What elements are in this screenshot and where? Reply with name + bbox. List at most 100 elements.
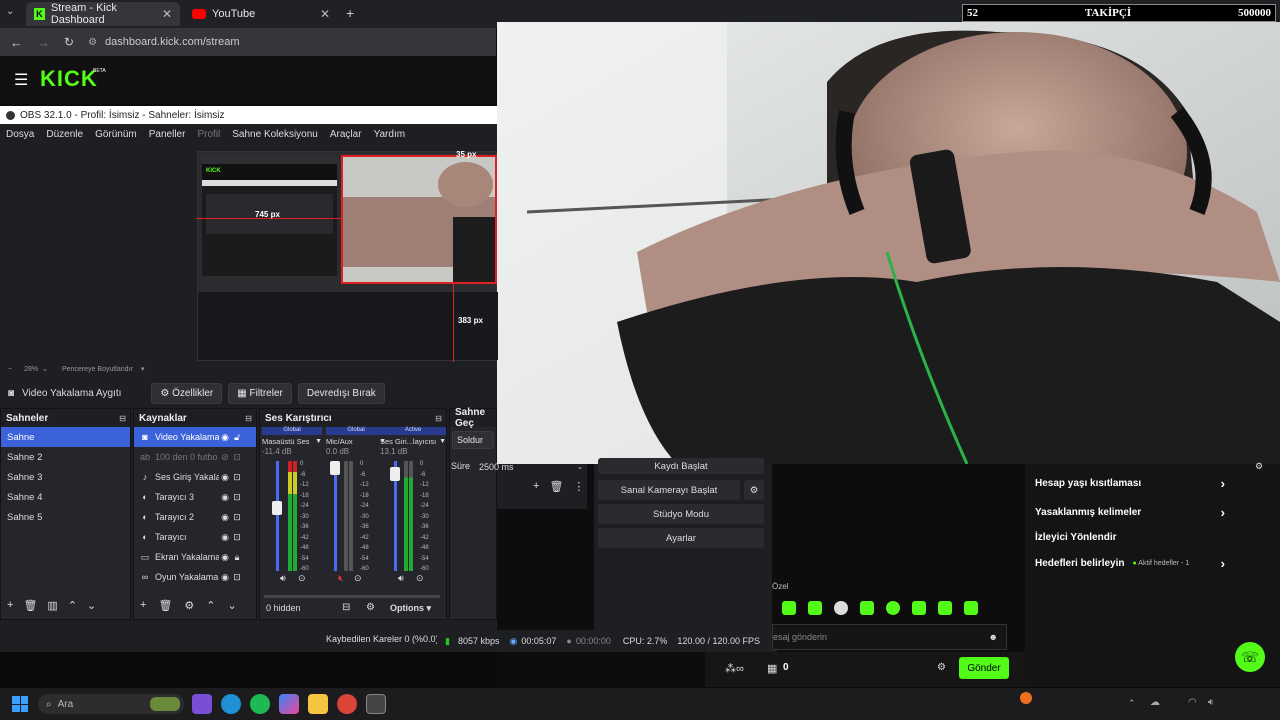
add-icon[interactable]: +	[140, 599, 146, 612]
source-item[interactable]: ∞ Oyun Yakalama ◉ ⊡	[134, 567, 256, 587]
spotify-icon[interactable]	[250, 694, 270, 714]
tab-youtube[interactable]: YouTube ✕	[184, 2, 338, 26]
move-down-icon[interactable]: ⌄	[228, 599, 237, 612]
start-icon[interactable]	[12, 696, 28, 712]
wifi-icon[interactable]: ◠	[1188, 697, 1197, 708]
send-button[interactable]: Gönder	[959, 657, 1009, 679]
gear-icon[interactable]: ⚙	[366, 602, 375, 613]
menu-edit[interactable]: Düzenle	[46, 129, 83, 140]
file-explorer-icon[interactable]	[308, 694, 328, 714]
trash-icon[interactable]: 🗑	[23, 599, 37, 612]
instagram-app-icon[interactable]	[192, 694, 212, 714]
eye-icon[interactable]: ◉	[219, 512, 231, 523]
selected-source-box[interactable]	[341, 155, 497, 284]
move-up-icon[interactable]: ⌃	[68, 599, 77, 612]
speaker-icon[interactable]: 🔊︎	[398, 573, 404, 584]
source-item[interactable]: ◐ Tarayıcı 3 ◉ ⊡	[134, 487, 256, 507]
chevron-down-icon[interactable]: ⌄	[42, 365, 48, 373]
scene-item[interactable]: Sahne 5	[1, 507, 130, 527]
weather-icon[interactable]	[1020, 692, 1032, 704]
volume-slider[interactable]	[276, 461, 279, 571]
lock-icon[interactable]: ⊡	[231, 452, 243, 463]
account-age-restriction[interactable]: Hesap yaşı kısıtlaması ›	[1035, 476, 1225, 491]
source-item[interactable]: ◙ Video Yakalama ◉ 🔓︎	[134, 427, 256, 447]
site-info-icon[interactable]: ⚙	[88, 37, 97, 48]
emote-icon[interactable]	[912, 601, 926, 615]
forward-icon[interactable]: →	[37, 35, 50, 50]
lock-icon[interactable]: 🔓︎	[231, 432, 243, 443]
set-goals[interactable]: Hedefleri belirleyin ● Aktif hedefler - 1…	[1035, 556, 1225, 571]
emote-icon[interactable]	[834, 601, 848, 615]
tab-kick-dashboard[interactable]: K Stream - Kick Dashboard ✕	[26, 2, 180, 26]
emote-icon[interactable]	[782, 601, 796, 615]
zoom-level[interactable]: 28%	[24, 366, 38, 373]
volume-handle[interactable]	[390, 467, 400, 481]
channel-name[interactable]: Mic/Aux ▼	[326, 435, 386, 447]
dock-menu-icon[interactable]: ⊟	[245, 414, 252, 423]
speaker-icon[interactable]: 🔊︎	[280, 573, 286, 584]
volume-handle[interactable]	[330, 461, 340, 475]
close-tab-icon[interactable]: ✕	[162, 7, 172, 21]
volume-handle[interactable]	[272, 501, 282, 515]
lock-icon[interactable]: 🔒︎	[231, 552, 243, 563]
scene-item[interactable]: Sahne 3	[1, 467, 130, 487]
gift-icon[interactable]: ▦	[767, 662, 777, 675]
back-icon[interactable]: ←	[10, 35, 23, 50]
menu-view[interactable]: Görünüm	[95, 129, 137, 140]
start-recording-button[interactable]: Kaydı Başlat	[598, 458, 764, 474]
add-icon[interactable]: +	[533, 480, 539, 493]
viewer-redirect[interactable]: İzleyici Yönlendir	[1035, 532, 1225, 543]
scene-item[interactable]: Sahne 4	[1, 487, 130, 507]
eye-hidden-icon[interactable]: ⊘	[219, 452, 231, 463]
volume-slider[interactable]	[334, 461, 337, 571]
taskbar-search[interactable]: ⌕ Ara	[38, 694, 184, 714]
eye-icon[interactable]: ◉	[219, 432, 231, 443]
emote-icon[interactable]	[860, 601, 874, 615]
scene-item[interactable]: Sahne 2	[1, 447, 130, 467]
reload-icon[interactable]: ↻	[64, 35, 74, 49]
volume-icon[interactable]: 🔉︎	[1208, 697, 1214, 708]
transition-type-select[interactable]: Soldur	[452, 431, 494, 449]
emote-icon[interactable]	[808, 601, 822, 615]
copilot-icon[interactable]	[279, 694, 299, 714]
menu-docks[interactable]: Paneller	[149, 129, 186, 140]
lock-icon[interactable]: ⊡	[231, 512, 243, 523]
menu-icon[interactable]: ☰	[14, 70, 28, 90]
studio-mode-button[interactable]: Stüdyo Modu	[598, 504, 764, 524]
edge-icon[interactable]	[221, 694, 241, 714]
channel-name[interactable]: Ses Giri...layıcısı ▼	[380, 435, 446, 447]
menu-profile[interactable]: Profil	[197, 129, 220, 140]
source-item[interactable]: ♪ Ses Giriş Yakala ◉ ⊡	[134, 467, 256, 487]
tray-cloud-icon[interactable]: ☁	[1150, 697, 1160, 708]
source-item[interactable]: ◐ Tarayıcı 2 ◉ ⊡	[134, 507, 256, 527]
muted-speaker-icon[interactable]: 🔇︎	[338, 573, 344, 584]
obs-taskbar-icon[interactable]	[366, 694, 386, 714]
zoom-mode[interactable]: Pencereye Boyutlandır	[62, 366, 133, 373]
support-chat-icon[interactable]: ☏	[1235, 642, 1265, 672]
start-virtual-camera-button[interactable]: Sanal Kamerayı Başlat	[598, 480, 740, 500]
filter-icon[interactable]: ▥	[47, 599, 57, 612]
menu-file[interactable]: Dosya	[6, 129, 34, 140]
chevron-down-icon[interactable]: ▾	[141, 365, 145, 373]
filters-button[interactable]: ▦ Filtreler	[228, 382, 292, 404]
eye-icon[interactable]: ◉	[219, 572, 231, 583]
menu-scene-collection[interactable]: Sahne Koleksiyonu	[232, 129, 318, 140]
deactivate-button[interactable]: Devredışı Bırak	[297, 382, 385, 404]
dock-menu-icon[interactable]: ⊟	[435, 414, 442, 423]
trash-icon[interactable]: 🗑	[549, 480, 563, 493]
source-item[interactable]: ab 100 den 0 futbo ⊘ ⊡	[134, 447, 256, 467]
scene-item[interactable]: Sahne	[1, 427, 130, 447]
move-down-icon[interactable]: ⌄	[87, 599, 96, 612]
headphones-icon[interactable]: ⊙	[354, 573, 362, 584]
emote-icon[interactable]	[938, 601, 952, 615]
tray-chevron-icon[interactable]: ⌃	[1128, 698, 1136, 709]
properties-button[interactable]: ⚙ Özellikler	[151, 382, 223, 404]
eye-icon[interactable]: ◉	[219, 532, 231, 543]
duration-input[interactable]: 2500 ms ⌄	[479, 459, 587, 475]
more-icon[interactable]: ⋮	[573, 480, 584, 493]
chat-input[interactable]: esaj gönderin ☻	[772, 624, 1007, 650]
zoom-out-icon[interactable]: −	[8, 366, 12, 373]
emote-icon[interactable]	[886, 601, 900, 615]
gear-icon[interactable]: ⚙	[937, 662, 946, 673]
source-item[interactable]: ▭ Ekran Yakalama ◉ 🔒︎	[134, 547, 256, 567]
